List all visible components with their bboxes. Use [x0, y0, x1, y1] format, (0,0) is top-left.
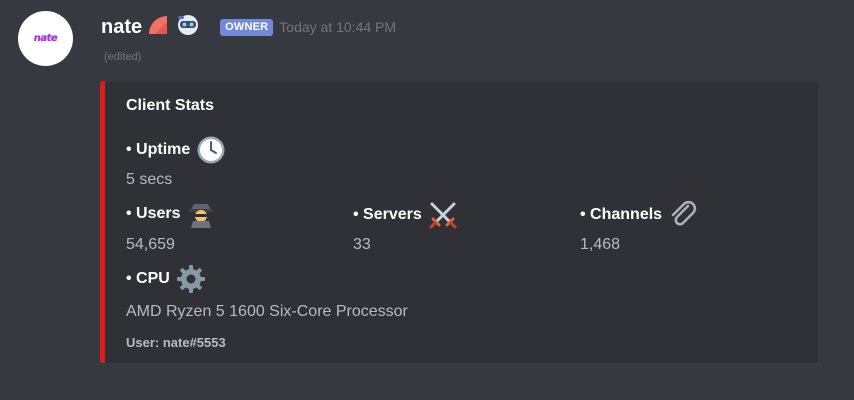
- author-username[interactable]: nate: [101, 16, 142, 39]
- owner-crown-icon: [147, 14, 169, 41]
- field-users-label: • Users: [126, 205, 181, 222]
- embed-title: Client Stats: [126, 97, 215, 114]
- field-uptime-name: • Uptime: [126, 135, 226, 165]
- field-servers-name: • Servers: [353, 200, 458, 230]
- gear-icon: [176, 264, 206, 294]
- stats-embed: Client Stats • Uptime 5 secs • Users 54,…: [100, 81, 818, 363]
- detective-icon: [187, 200, 215, 228]
- field-channels-name: • Channels: [580, 200, 698, 230]
- field-channels-value: 1,468: [580, 236, 621, 253]
- field-servers-label: • Servers: [353, 206, 422, 223]
- clock-icon: [196, 135, 226, 165]
- field-servers-value: 33: [353, 236, 371, 253]
- field-users-name: • Users: [126, 200, 215, 228]
- field-users-value: 54,659: [126, 236, 175, 253]
- message-timestamp[interactable]: Today at 10:44 PM: [279, 19, 396, 35]
- avatar-logo-text: nate: [33, 33, 58, 44]
- field-channels-label: • Channels: [580, 206, 663, 223]
- crossed-swords-icon: [428, 200, 458, 230]
- message-header: nate OWNER Today at 10:44 PM: [101, 13, 396, 41]
- field-cpu-value: AMD Ryzen 5 1600 Six-Core Processor: [126, 303, 408, 320]
- edited-label: (edited): [104, 51, 142, 63]
- chat-message: nate nate OWNER Today at 10:44 PM (edite…: [0, 0, 854, 400]
- owner-role-badge: OWNER: [220, 18, 274, 36]
- embed-footer: User: nate#5553: [126, 335, 226, 350]
- field-cpu-label: • CPU: [126, 270, 170, 287]
- field-uptime-value: 5 secs: [126, 171, 173, 188]
- field-uptime-label: • Uptime: [126, 141, 191, 158]
- field-cpu-name: • CPU: [126, 264, 206, 294]
- paperclip-icon: [668, 200, 698, 230]
- avatar[interactable]: nate: [18, 11, 73, 66]
- bot-face-icon: [174, 13, 202, 42]
